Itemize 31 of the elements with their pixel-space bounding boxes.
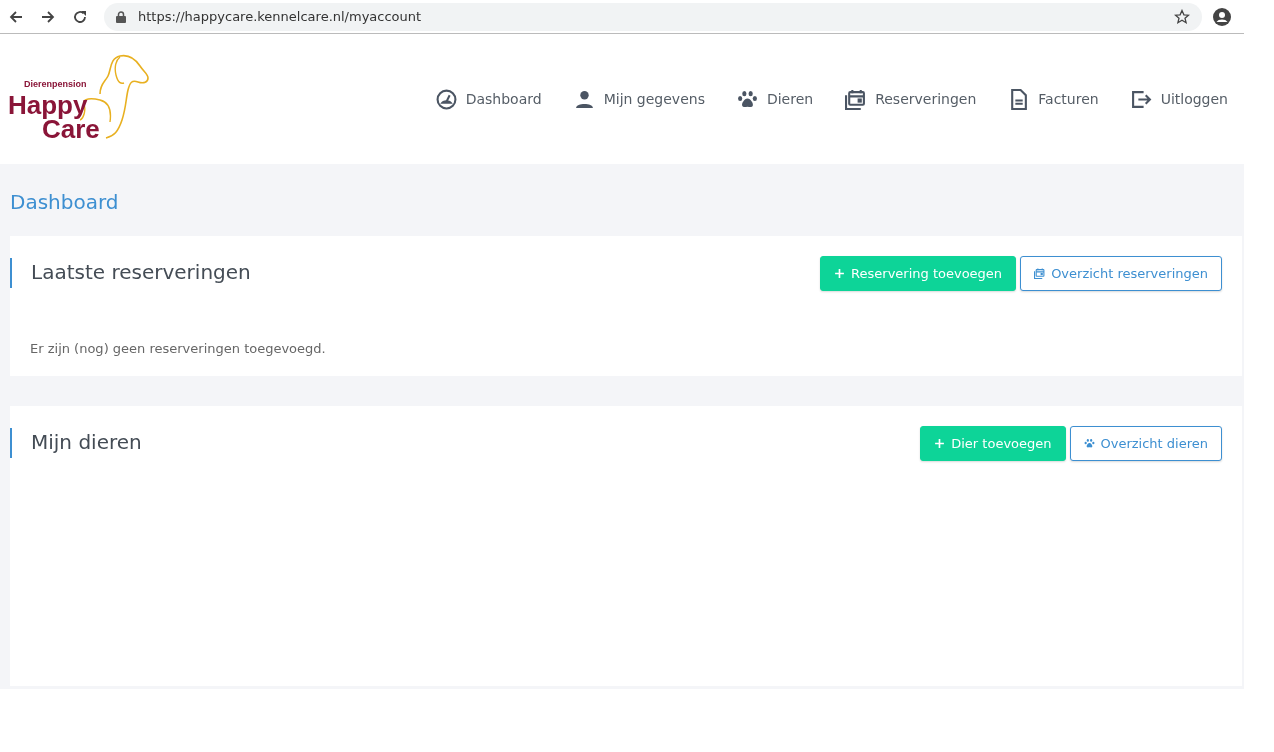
nav-link[interactable]: Dashboard (435, 88, 542, 110)
lock-icon (116, 10, 126, 23)
plus-icon (834, 268, 846, 279)
url-text: https://happycare.kennelcare.nl/myaccount (138, 9, 422, 24)
paw-icon (1083, 438, 1095, 449)
document-icon (1008, 88, 1030, 110)
calendar-icon (845, 88, 867, 110)
person-icon (573, 88, 595, 110)
plus-icon (934, 438, 946, 449)
exit-icon (1130, 88, 1152, 110)
page-title: Dashboard (10, 190, 120, 214)
section-title: Mijn dieren (10, 428, 142, 458)
logo-tagline: Dierenpension (24, 80, 87, 89)
account-icon[interactable] (1212, 6, 1232, 27)
nav-link[interactable]: Dieren (736, 88, 814, 110)
overview-button[interactable]: Overzicht dieren (1069, 426, 1222, 461)
empty-message: Er zijn (nog) geen reserveringen toegevoegd. (30, 341, 327, 356)
nav-link[interactable]: Uitloggen (1130, 88, 1228, 110)
overview-button[interactable]: Overzicht reserveringen (1020, 256, 1222, 291)
nav-link[interactable]: Facturen (1008, 88, 1099, 110)
star-icon[interactable] (1174, 8, 1190, 25)
address-bar[interactable]: https://happycare.kennelcare.nl/myaccount (104, 2, 1202, 31)
calendar-icon (1034, 268, 1046, 279)
paw-icon (736, 88, 758, 110)
nav-link[interactable]: Reserveringen (845, 88, 977, 110)
section-title: Laatste reserveringen (10, 258, 251, 288)
forward-arrow-icon[interactable] (40, 8, 56, 25)
gauge-icon (435, 88, 457, 110)
reload-icon[interactable] (72, 8, 88, 25)
nav-link[interactable]: Mijn gegevens (573, 88, 705, 110)
back-arrow-icon[interactable] (8, 8, 24, 25)
